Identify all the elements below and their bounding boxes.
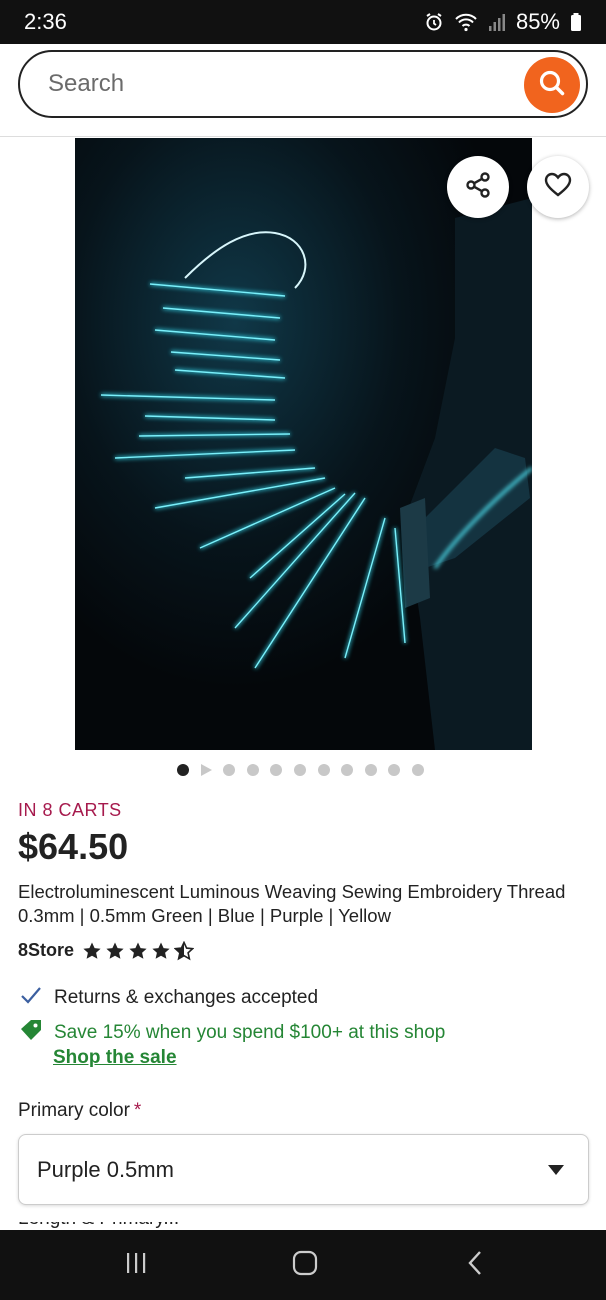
signal-icon — [488, 12, 506, 32]
sale-info: Save 15% when you spend $100+ at this sh… — [20, 1019, 445, 1046]
next-option-label-text: Length & Primary... — [18, 1222, 318, 1230]
system-nav-bar — [0, 1230, 606, 1300]
home-icon — [292, 1250, 318, 1281]
status-icons: 85% — [424, 9, 582, 35]
status-bar: 2:36 85% — [0, 0, 606, 44]
primary-color-label: Primary color * — [18, 1100, 141, 1122]
carousel-dot[interactable] — [246, 764, 259, 776]
battery-icon — [570, 12, 582, 32]
favorite-button[interactable] — [527, 156, 589, 218]
carousel-dot[interactable] — [293, 764, 306, 776]
home-button[interactable] — [285, 1248, 325, 1282]
battery-text: 85% — [515, 9, 560, 34]
carousel-dot[interactable] — [317, 764, 330, 776]
shop-rating-row[interactable]: 8Store — [18, 940, 195, 961]
star-rating — [82, 940, 195, 961]
carousel-dot[interactable] — [177, 764, 189, 776]
carousel-dot[interactable] — [388, 764, 401, 776]
product-price: $64.50 — [18, 826, 129, 867]
shop-the-sale-link[interactable]: Shop the sale — [53, 1047, 177, 1069]
primary-color-label-text: Primary color — [18, 1100, 130, 1121]
cart-notice: IN 8 CARTS — [18, 800, 122, 820]
carousel-dot[interactable] — [270, 764, 283, 776]
returns-info: Returns & exchanges accepted — [20, 984, 318, 1011]
primary-color-value: Purple 0.5mm — [37, 1156, 174, 1182]
product-title: Electroluminescent Luminous Weaving Sewi… — [18, 881, 566, 926]
search-input[interactable]: Search — [48, 70, 124, 98]
back-button[interactable] — [455, 1248, 495, 1282]
header-divider — [0, 136, 606, 137]
star-icon — [83, 942, 101, 959]
carousel-dot[interactable] — [364, 764, 377, 776]
returns-text: Returns & exchanges accepted — [54, 986, 319, 1008]
checkmark-icon — [20, 984, 42, 1011]
share-icon — [463, 170, 493, 205]
sale-text: Save 15% when you spend $100+ at this sh… — [54, 1021, 446, 1043]
shop-name[interactable]: 8Store — [18, 940, 74, 961]
half-star-icon — [174, 940, 195, 960]
search-bar[interactable]: Search — [18, 50, 588, 118]
carousel-indicator[interactable] — [177, 764, 424, 776]
back-icon — [465, 1250, 485, 1281]
carousel-dot[interactable] — [411, 764, 424, 776]
star-icon — [152, 942, 170, 959]
required-mark: * — [133, 1100, 142, 1121]
star-icon — [129, 942, 147, 959]
primary-color-select[interactable]: Purple 0.5mm — [18, 1134, 589, 1205]
product-image[interactable] — [75, 138, 532, 750]
carousel-dot[interactable] — [341, 764, 354, 776]
search-button[interactable] — [524, 57, 580, 113]
search-icon — [537, 68, 567, 103]
recent-apps-icon — [124, 1251, 148, 1280]
carousel-dot[interactable] — [223, 764, 236, 776]
share-button[interactable] — [447, 156, 509, 218]
heart-icon — [543, 170, 573, 205]
status-time: 2:36 — [24, 9, 67, 34]
caret-down-icon — [548, 1165, 564, 1175]
recent-apps-button[interactable] — [116, 1248, 156, 1282]
star-icon — [106, 942, 124, 959]
tag-icon — [20, 1019, 42, 1046]
wifi-icon — [454, 12, 478, 32]
video-play-icon[interactable] — [200, 764, 212, 776]
alarm-icon — [424, 12, 444, 32]
